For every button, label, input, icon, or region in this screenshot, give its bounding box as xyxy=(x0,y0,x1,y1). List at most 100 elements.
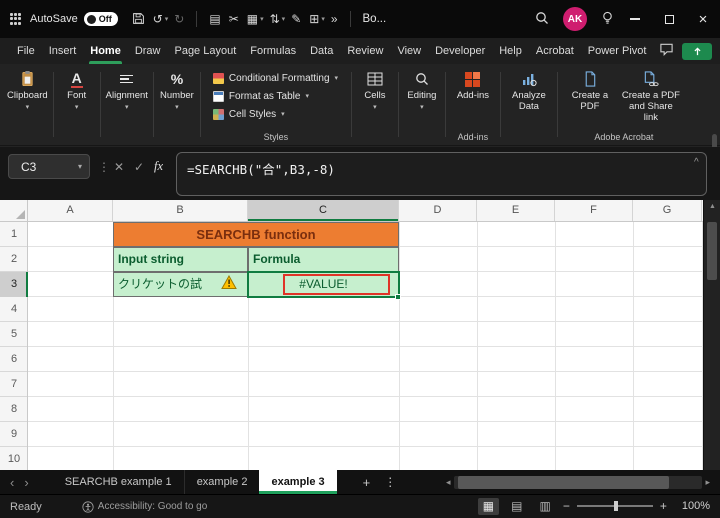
sheet-tab-1[interactable]: SEARCHB example 1 xyxy=(53,470,184,494)
menu-insert[interactable]: Insert xyxy=(42,38,84,64)
cells-group-button[interactable]: Cells ▾ xyxy=(354,64,396,145)
name-box[interactable]: C3 ▾ xyxy=(8,154,90,179)
menu-draw[interactable]: Draw xyxy=(128,38,168,64)
menu-view[interactable]: View xyxy=(390,38,428,64)
share-button[interactable] xyxy=(682,43,712,60)
row-header-8[interactable]: 8 xyxy=(0,397,28,422)
row-header-3[interactable]: 3 xyxy=(0,272,28,297)
error-warning-icon[interactable] xyxy=(221,275,237,295)
sheet-tab-2[interactable]: example 2 xyxy=(184,470,260,494)
undo-dropdown-icon[interactable]: ▾ xyxy=(165,15,169,23)
row-header-2[interactable]: 2 xyxy=(0,247,28,272)
add-sheet-button[interactable]: + xyxy=(363,475,371,490)
menu-formulas[interactable]: Formulas xyxy=(243,38,303,64)
select-all-button[interactable] xyxy=(0,200,28,221)
row-header-4[interactable]: 4 xyxy=(0,297,28,322)
minimize-button[interactable] xyxy=(618,0,652,38)
table-dropdown-icon[interactable]: ▾ xyxy=(321,15,325,23)
horizontal-scrollbar[interactable]: ◂ ▸ xyxy=(446,475,710,489)
row-header-6[interactable]: 6 xyxy=(0,347,28,372)
column-header-d[interactable]: D xyxy=(399,200,477,221)
vertical-scrollbar[interactable]: ▲ xyxy=(703,200,720,470)
conditional-formatting-button[interactable]: Conditional Formatting ▾ xyxy=(207,69,345,87)
zoom-slider[interactable] xyxy=(577,505,653,507)
enter-icon[interactable]: ✓ xyxy=(134,160,144,174)
row-header-5[interactable]: 5 xyxy=(0,322,28,347)
list-icon[interactable]: ▤ xyxy=(209,13,220,25)
formula-bar-handle-icon[interactable]: ⋮ xyxy=(98,160,110,174)
page-layout-view-icon[interactable]: ▤ xyxy=(506,498,527,514)
horizontal-scrollbar-thumb[interactable] xyxy=(458,476,670,489)
edit-icon[interactable]: ✎ xyxy=(291,13,301,25)
vertical-scrollbar-thumb[interactable] xyxy=(707,222,717,280)
menu-data[interactable]: Data xyxy=(303,38,340,64)
cell-c2[interactable]: Formula xyxy=(248,247,399,272)
close-button[interactable]: × xyxy=(686,0,720,38)
avatar[interactable]: AK xyxy=(563,7,587,31)
editing-group-button[interactable]: Editing ▾ xyxy=(401,64,443,145)
menu-review[interactable]: Review xyxy=(340,38,390,64)
more-commands-icon[interactable]: » xyxy=(331,13,338,25)
row-header-7[interactable]: 7 xyxy=(0,372,28,397)
cell-c3-error[interactable]: #VALUE! xyxy=(248,272,399,297)
sort-dropdown-icon[interactable]: ▾ xyxy=(282,15,286,23)
scroll-right-icon[interactable]: ▸ xyxy=(705,478,710,487)
column-header-e[interactable]: E xyxy=(477,200,555,221)
create-pdf-share-button[interactable]: Create a PDF and Share link xyxy=(618,69,684,131)
autosave-toggle[interactable]: Off xyxy=(84,12,118,26)
column-header-f[interactable]: F xyxy=(555,200,633,221)
cells-area[interactable]: 1 2 3 4 5 6 7 8 9 10 SEARCHB function In… xyxy=(0,222,703,470)
zoom-out-button[interactable]: − xyxy=(563,500,570,512)
column-header-b[interactable]: B xyxy=(113,200,248,221)
sheet-tab-3-active[interactable]: example 3 xyxy=(259,470,336,494)
column-header-c[interactable]: C xyxy=(248,200,399,221)
menu-file[interactable]: File xyxy=(10,38,42,64)
cancel-icon[interactable]: ✕ xyxy=(114,160,124,174)
formula-input[interactable]: =SEARCHB("合",B3,-8) xyxy=(176,152,707,196)
app-launcher-icon[interactable] xyxy=(10,13,22,25)
sheet-grid[interactable]: A B C D E F G 1 2 3 4 5 6 7 8 9 10 xyxy=(0,200,720,470)
number-group-button[interactable]: % Number ▾ xyxy=(156,64,198,145)
font-group-button[interactable]: A Font ▾ xyxy=(56,64,98,145)
column-header-a[interactable]: A xyxy=(28,200,113,221)
undo-icon[interactable]: ↺ xyxy=(153,13,163,25)
row-header-1[interactable]: 1 xyxy=(0,222,28,247)
menu-acrobat[interactable]: Acrobat xyxy=(529,38,581,64)
paste-dropdown-icon[interactable]: ▾ xyxy=(260,15,264,23)
menu-developer[interactable]: Developer xyxy=(428,38,492,64)
row-header-9[interactable]: 9 xyxy=(0,422,28,447)
search-icon[interactable] xyxy=(535,11,549,27)
horizontal-scrollbar-track[interactable] xyxy=(454,476,703,489)
cell-b1-merged-title[interactable]: SEARCHB function xyxy=(113,222,399,247)
zoom-slider-thumb[interactable] xyxy=(614,501,618,511)
analyze-data-button[interactable]: Analyze Data xyxy=(503,64,555,145)
fill-handle[interactable] xyxy=(395,294,401,300)
next-sheet-icon[interactable]: › xyxy=(24,476,28,489)
clipboard-group-button[interactable]: Clipboard ▾ xyxy=(4,64,51,145)
menu-page-layout[interactable]: Page Layout xyxy=(167,38,243,64)
save-icon[interactable] xyxy=(132,12,145,27)
comments-icon[interactable] xyxy=(659,42,674,61)
redo-icon[interactable]: ↻ xyxy=(174,13,184,25)
cell-mode-indicator[interactable]: Ready xyxy=(10,501,42,513)
accessibility-checker[interactable]: Accessibility: Good to go xyxy=(82,501,208,513)
create-pdf-button[interactable]: Create a PDF xyxy=(564,69,616,131)
sort-icon[interactable]: ⇅ xyxy=(270,13,280,25)
addins-button[interactable]: Add-ins xyxy=(452,69,494,102)
cell-b2[interactable]: Input string xyxy=(113,247,248,272)
page-break-view-icon[interactable]: ▥ xyxy=(534,498,555,514)
sheet-menu-icon[interactable]: ⋮ xyxy=(384,475,396,489)
cell-styles-button[interactable]: Cell Styles ▾ xyxy=(207,105,345,123)
menu-help[interactable]: Help xyxy=(492,38,529,64)
scroll-up-icon[interactable]: ▲ xyxy=(704,203,720,210)
menu-home[interactable]: Home xyxy=(83,38,128,64)
zoom-level[interactable]: 100% xyxy=(682,500,710,512)
collapse-formula-bar-icon[interactable]: ^ xyxy=(694,157,699,168)
row-header-10[interactable]: 10 xyxy=(0,447,28,472)
paste-icon[interactable]: ▦ xyxy=(247,13,258,25)
normal-view-icon[interactable]: ▦ xyxy=(478,498,499,514)
format-as-table-button[interactable]: Format as Table ▾ xyxy=(207,87,345,105)
zoom-in-button[interactable]: + xyxy=(660,500,667,512)
table-icon[interactable]: ⊞ xyxy=(309,13,319,25)
cut-icon[interactable]: ✂ xyxy=(229,13,239,25)
